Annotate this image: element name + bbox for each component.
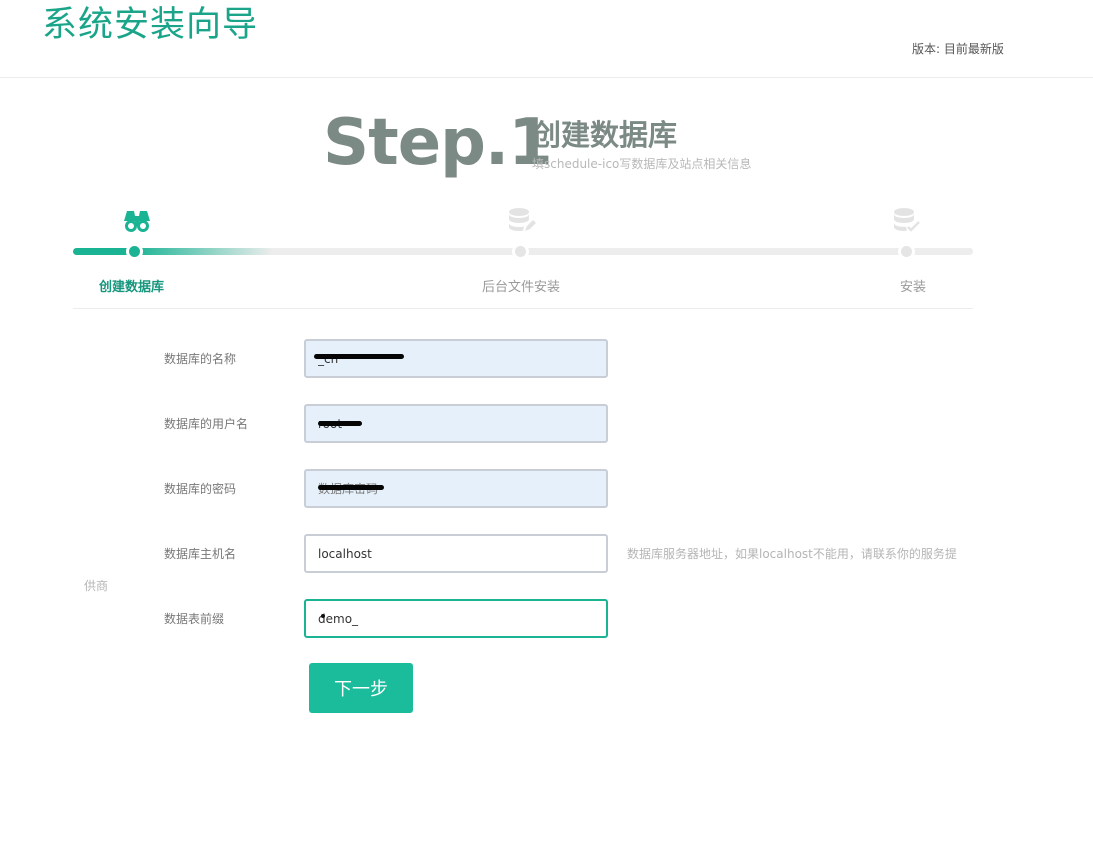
db-user-label: 数据库的用户名 <box>164 417 249 431</box>
next-step-button[interactable]: 下一步 <box>309 663 413 713</box>
table-prefix-label: 数据表前缀 <box>164 612 225 626</box>
db-password-label: 数据库的密码 <box>164 482 237 496</box>
app-title: 系统安装向导 <box>42 5 259 45</box>
step-number: Step.1 <box>323 106 553 180</box>
db-host-label: 数据库主机名 <box>164 547 237 561</box>
progress-fill <box>73 248 273 255</box>
database-check-icon <box>894 208 920 232</box>
version-label: 版本: 目前最新版 <box>912 42 1004 56</box>
divider <box>73 308 973 309</box>
redaction-mark <box>318 485 384 490</box>
database-edit-icon <box>509 208 536 231</box>
redaction-mark <box>318 421 362 426</box>
page-header: 系统安装向导 版本: 目前最新版 <box>0 0 1093 78</box>
step-2-dot <box>512 243 529 260</box>
binoculars-icon <box>124 211 150 232</box>
step-3-dot <box>898 243 915 260</box>
step-label-create-db: 创建数据库 <box>99 280 165 295</box>
db-host-hint: 数据库服务器地址，如果localhost不能用，请联系你的服务提 <box>627 547 957 561</box>
db-host-hint-wrap: 供商 <box>84 579 109 593</box>
step-label-install: 安装 <box>900 280 927 295</box>
step-label-backend-install: 后台文件安装 <box>482 280 561 295</box>
db-name-label: 数据库的名称 <box>164 352 237 366</box>
table-prefix-input[interactable] <box>304 599 608 638</box>
redaction-mark <box>314 354 404 359</box>
step-1-dot <box>126 243 143 260</box>
step-subtitle: 填schedule-ico写数据库及站点相关信息 <box>532 157 752 171</box>
step-title: 创建数据库 <box>532 118 678 152</box>
mouse-cursor <box>321 614 325 618</box>
db-host-input[interactable] <box>304 534 608 573</box>
